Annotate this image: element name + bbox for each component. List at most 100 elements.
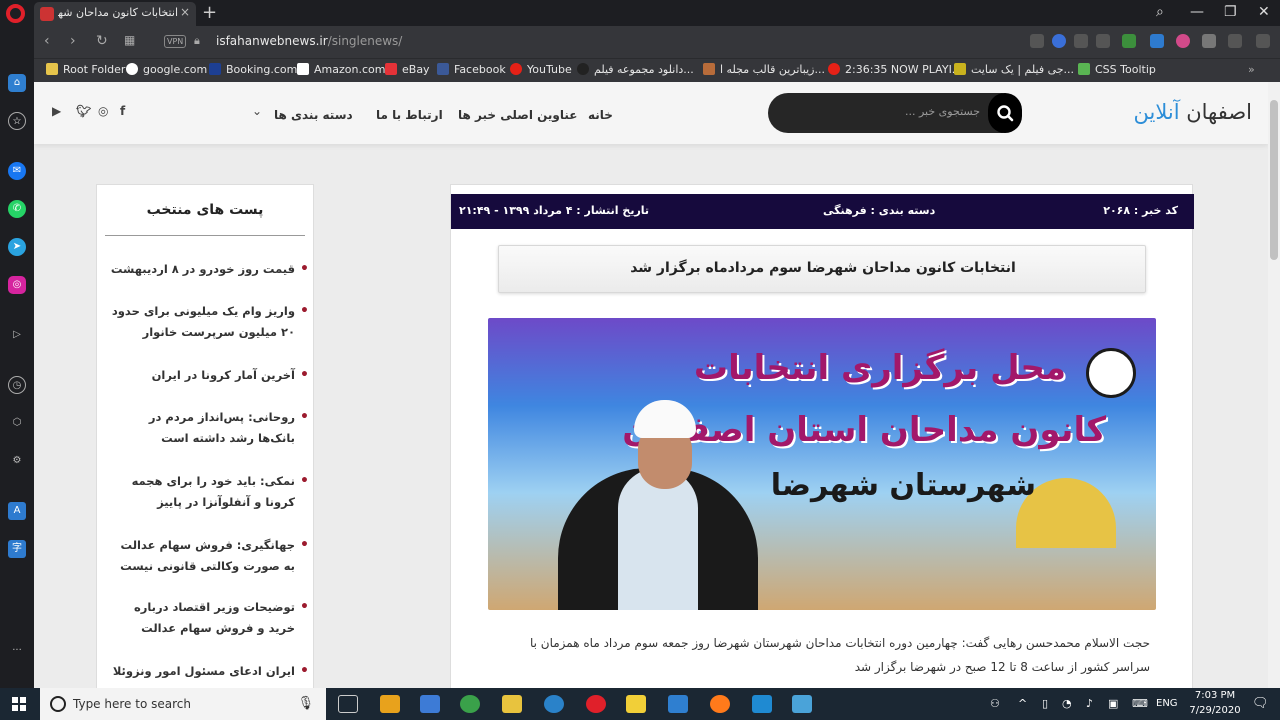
bookmark-g-film[interactable]: جی فیلم | یک سایت... xyxy=(954,63,1074,76)
mail-icon[interactable] xyxy=(668,695,688,713)
url-field[interactable]: isfahanwebnews.ir/singlenews/ xyxy=(216,34,402,48)
featured-post-item[interactable]: ایران ادعای مسئول امور ونزوئلا در... xyxy=(109,661,309,688)
app-icon-computer[interactable] xyxy=(420,695,440,713)
app-icon-player[interactable] xyxy=(626,695,646,713)
firefox-icon[interactable] xyxy=(710,695,730,713)
cube-icon[interactable] xyxy=(1202,34,1216,48)
bookmark-facebook[interactable]: Facebook xyxy=(437,63,506,76)
page-scrollbar[interactable] xyxy=(1268,82,1280,688)
settings-gear-icon[interactable]: ⚙ xyxy=(8,452,26,470)
download-icon[interactable] xyxy=(1228,34,1242,48)
bookmarks-overflow-icon[interactable]: » xyxy=(1248,63,1255,76)
extensions-cube-icon[interactable]: ⬡ xyxy=(8,414,26,432)
bookmark-film-download[interactable]: دانلود مجموعه فیلم... xyxy=(577,63,694,76)
tabs-grid-icon[interactable]: ▦ xyxy=(124,33,135,47)
store-app-icon[interactable] xyxy=(380,695,400,713)
bookmark-ebay[interactable]: eBay xyxy=(385,63,430,76)
people-icon[interactable]: ⚇ xyxy=(990,697,1000,710)
bookmarks-star-icon[interactable]: ☆ xyxy=(8,112,26,130)
tray-up-chevron-icon[interactable]: ^ xyxy=(1018,697,1027,710)
close-window-icon[interactable]: ✕ xyxy=(1258,4,1270,20)
featured-post-item[interactable]: نمکی: باید خود را برای هجمه کرونا و آنفل… xyxy=(109,471,309,513)
article-category[interactable]: دسته بندی : فرهنگی xyxy=(823,204,935,217)
instagram-icon[interactable]: ◎ xyxy=(98,104,108,118)
send-icon[interactable] xyxy=(1074,34,1088,48)
bookmark-amazon[interactable]: Amazon.com xyxy=(297,63,385,76)
volume-icon[interactable]: ♪ xyxy=(1086,697,1093,710)
microphone-icon[interactable]: 🎙︎ xyxy=(297,696,314,711)
featured-post-item[interactable]: آخرین آمار کرونا در ایران xyxy=(109,365,309,386)
bookmark-google[interactable]: google.com xyxy=(126,63,207,76)
shield-icon[interactable] xyxy=(1052,34,1066,48)
bookmark-now-playing[interactable]: 2:36:35 NOW PLAYI... xyxy=(828,63,962,76)
vscode-icon[interactable] xyxy=(752,695,772,713)
messenger-icon[interactable]: ✉ xyxy=(8,162,26,180)
task-view-icon[interactable] xyxy=(338,695,358,713)
telegram-icon[interactable]: ➤ xyxy=(8,238,26,256)
telegram-taskbar-icon[interactable] xyxy=(792,695,812,713)
tray-app-icon[interactable]: ▣ xyxy=(1108,697,1118,710)
app-icon-blue[interactable] xyxy=(544,695,564,713)
nav-categories[interactable]: دسته بندی ها xyxy=(274,108,353,122)
bookmark-booking[interactable]: Booking.com xyxy=(209,63,297,76)
twitter-icon[interactable]: 🐦︎ xyxy=(76,104,91,118)
instagram-icon[interactable]: ◎ xyxy=(8,276,26,294)
site-logo[interactable]: اصفهان آنلاین xyxy=(1133,100,1252,124)
featured-post-item[interactable]: جهانگیری: فروش سهام عدالت به صورت وکالتی… xyxy=(109,535,309,577)
minimize-icon[interactable]: — xyxy=(1190,4,1204,20)
reload-icon[interactable]: ↻ xyxy=(96,33,108,49)
bookmark-youtube[interactable]: YouTube xyxy=(510,63,572,76)
facebook-icon[interactable]: f xyxy=(120,104,125,118)
featured-post-item[interactable]: قیمت روز خودرو در ۸ اردیبهشت xyxy=(109,259,309,280)
sidebar-more-icon[interactable]: ··· xyxy=(8,642,26,660)
whatsapp-icon[interactable]: ✆ xyxy=(8,200,26,218)
back-icon[interactable]: ‹ xyxy=(44,33,50,49)
forward-icon[interactable]: › xyxy=(70,33,76,49)
clock-date[interactable]: 7/29/2020 xyxy=(1186,705,1244,716)
bookmark-root-folder[interactable]: Root Folder xyxy=(46,63,125,76)
file-explorer-icon[interactable] xyxy=(502,695,522,713)
sidebar-translate-icon[interactable]: A xyxy=(8,502,26,520)
windows-start-icon[interactable] xyxy=(12,697,26,711)
nav-home[interactable]: خانه xyxy=(588,108,613,122)
restore-icon[interactable]: ❐ xyxy=(1224,4,1237,20)
history-icon[interactable]: ◷ xyxy=(8,376,26,394)
youtube-icon[interactable]: ▶ xyxy=(52,104,61,118)
input-language[interactable]: ENG xyxy=(1156,698,1178,709)
keyboard-icon[interactable]: ⌨ xyxy=(1132,697,1148,710)
taskbar-search-box[interactable]: Type here to search 🎙︎ xyxy=(40,688,326,720)
featured-post-item[interactable]: توضیحات وزیر اقتصاد درباره خرید و فروش س… xyxy=(109,597,309,639)
new-tab-button[interactable]: + xyxy=(202,2,217,23)
battery-icon[interactable]: ▯ xyxy=(1042,697,1048,710)
featured-post-item[interactable]: واریز وام یک میلیونی برای حدود ۲۰ میلیون… xyxy=(109,301,309,343)
vpn-badge[interactable]: VPN xyxy=(164,35,187,48)
nav-contact[interactable]: ارتباط با ما xyxy=(376,108,443,122)
scrollbar-thumb[interactable] xyxy=(1270,100,1278,260)
heart-icon[interactable] xyxy=(1096,34,1110,48)
chevron-down-icon[interactable]: ⌄ xyxy=(252,104,262,118)
translate-icon[interactable] xyxy=(1150,34,1164,48)
opera-taskbar-icon[interactable] xyxy=(586,695,606,713)
app-icon-browser-green[interactable] xyxy=(460,695,480,713)
site-search-input[interactable] xyxy=(800,105,980,118)
speed-dial-icon[interactable]: ⌂ xyxy=(8,74,26,92)
bookmark-magazine-template[interactable]: زیباترین قالب مجله ا... xyxy=(703,63,825,76)
camera-icon[interactable] xyxy=(1030,34,1044,48)
nav-headlines[interactable]: عناوین اصلی خبر ها xyxy=(458,108,577,122)
network-icon[interactable]: ◔ xyxy=(1062,697,1072,710)
extension-green-icon[interactable] xyxy=(1122,34,1136,48)
lock-icon[interactable]: 🔒︎ xyxy=(194,34,200,48)
opera-logo-icon[interactable] xyxy=(6,4,25,23)
featured-post-item[interactable]: روحانی: پس‌انداز مردم در بانک‌ها رشد داش… xyxy=(109,407,309,449)
bookmark-css-tooltip[interactable]: CSS Tooltip xyxy=(1078,63,1156,76)
flow-send-icon[interactable]: ▷ xyxy=(8,326,26,344)
extension-badge-icon[interactable] xyxy=(1176,34,1190,48)
browser-search-icon[interactable]: ⌕ xyxy=(1156,4,1164,20)
tab-close-button[interactable]: × xyxy=(180,5,190,19)
menu-icon[interactable] xyxy=(1256,34,1270,48)
sidebar-extension-icon[interactable]: 字 xyxy=(8,540,26,558)
clock-time[interactable]: 7:03 PM xyxy=(1192,690,1238,701)
site-search-button[interactable] xyxy=(988,93,1022,133)
notifications-icon[interactable]: 🗨︎ xyxy=(1252,696,1269,711)
browser-tab-active[interactable]: انتخابات کانون مداحان شهرضا سوم مردادماه… xyxy=(34,2,196,26)
